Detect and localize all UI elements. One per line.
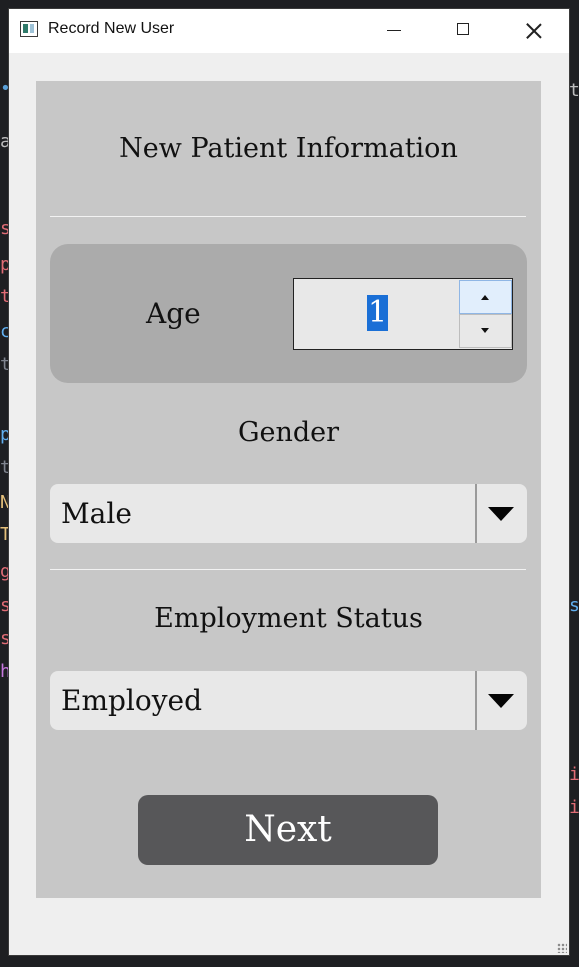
maximize-icon bbox=[457, 23, 469, 35]
title-bar[interactable]: Record New User bbox=[9, 9, 569, 53]
dropdown-separator bbox=[475, 484, 477, 543]
gender-label: Gender bbox=[237, 417, 340, 448]
close-button[interactable] bbox=[499, 9, 569, 53]
age-label: Age bbox=[146, 297, 201, 330]
dropdown-separator bbox=[475, 671, 477, 730]
employment-status-dropdown[interactable]: Employed bbox=[50, 671, 527, 730]
divider bbox=[50, 569, 526, 570]
employment-status-label: Employment Status bbox=[154, 603, 423, 634]
app-icon bbox=[20, 21, 38, 37]
form-title: New Patient Information bbox=[119, 133, 458, 164]
gender-selected-value: Male bbox=[61, 497, 132, 530]
age-increment-button[interactable] bbox=[459, 280, 512, 314]
employment-selected-value: Employed bbox=[61, 684, 203, 717]
arrow-up-icon bbox=[481, 295, 489, 300]
divider bbox=[50, 216, 526, 217]
minimize-icon bbox=[387, 30, 401, 31]
record-new-user-window: Record New User New Patient Information … bbox=[9, 9, 569, 955]
age-group: Age 1 bbox=[50, 244, 527, 383]
resize-grip-icon[interactable] bbox=[557, 943, 567, 953]
arrow-down-icon bbox=[481, 328, 489, 333]
next-button[interactable]: Next bbox=[138, 795, 438, 865]
chevron-down-icon[interactable] bbox=[488, 507, 514, 521]
age-spinbox[interactable]: 1 bbox=[293, 278, 513, 350]
maximize-button[interactable] bbox=[429, 9, 499, 53]
minimize-button[interactable] bbox=[359, 9, 429, 53]
patient-form-panel: New Patient Information Age 1 Gender Mal… bbox=[36, 81, 541, 898]
gender-dropdown[interactable]: Male bbox=[50, 484, 527, 543]
age-decrement-button[interactable] bbox=[459, 314, 512, 348]
close-icon bbox=[525, 22, 543, 40]
age-value[interactable]: 1 bbox=[367, 295, 389, 331]
chevron-down-icon[interactable] bbox=[488, 694, 514, 708]
window-title: Record New User bbox=[48, 20, 175, 37]
